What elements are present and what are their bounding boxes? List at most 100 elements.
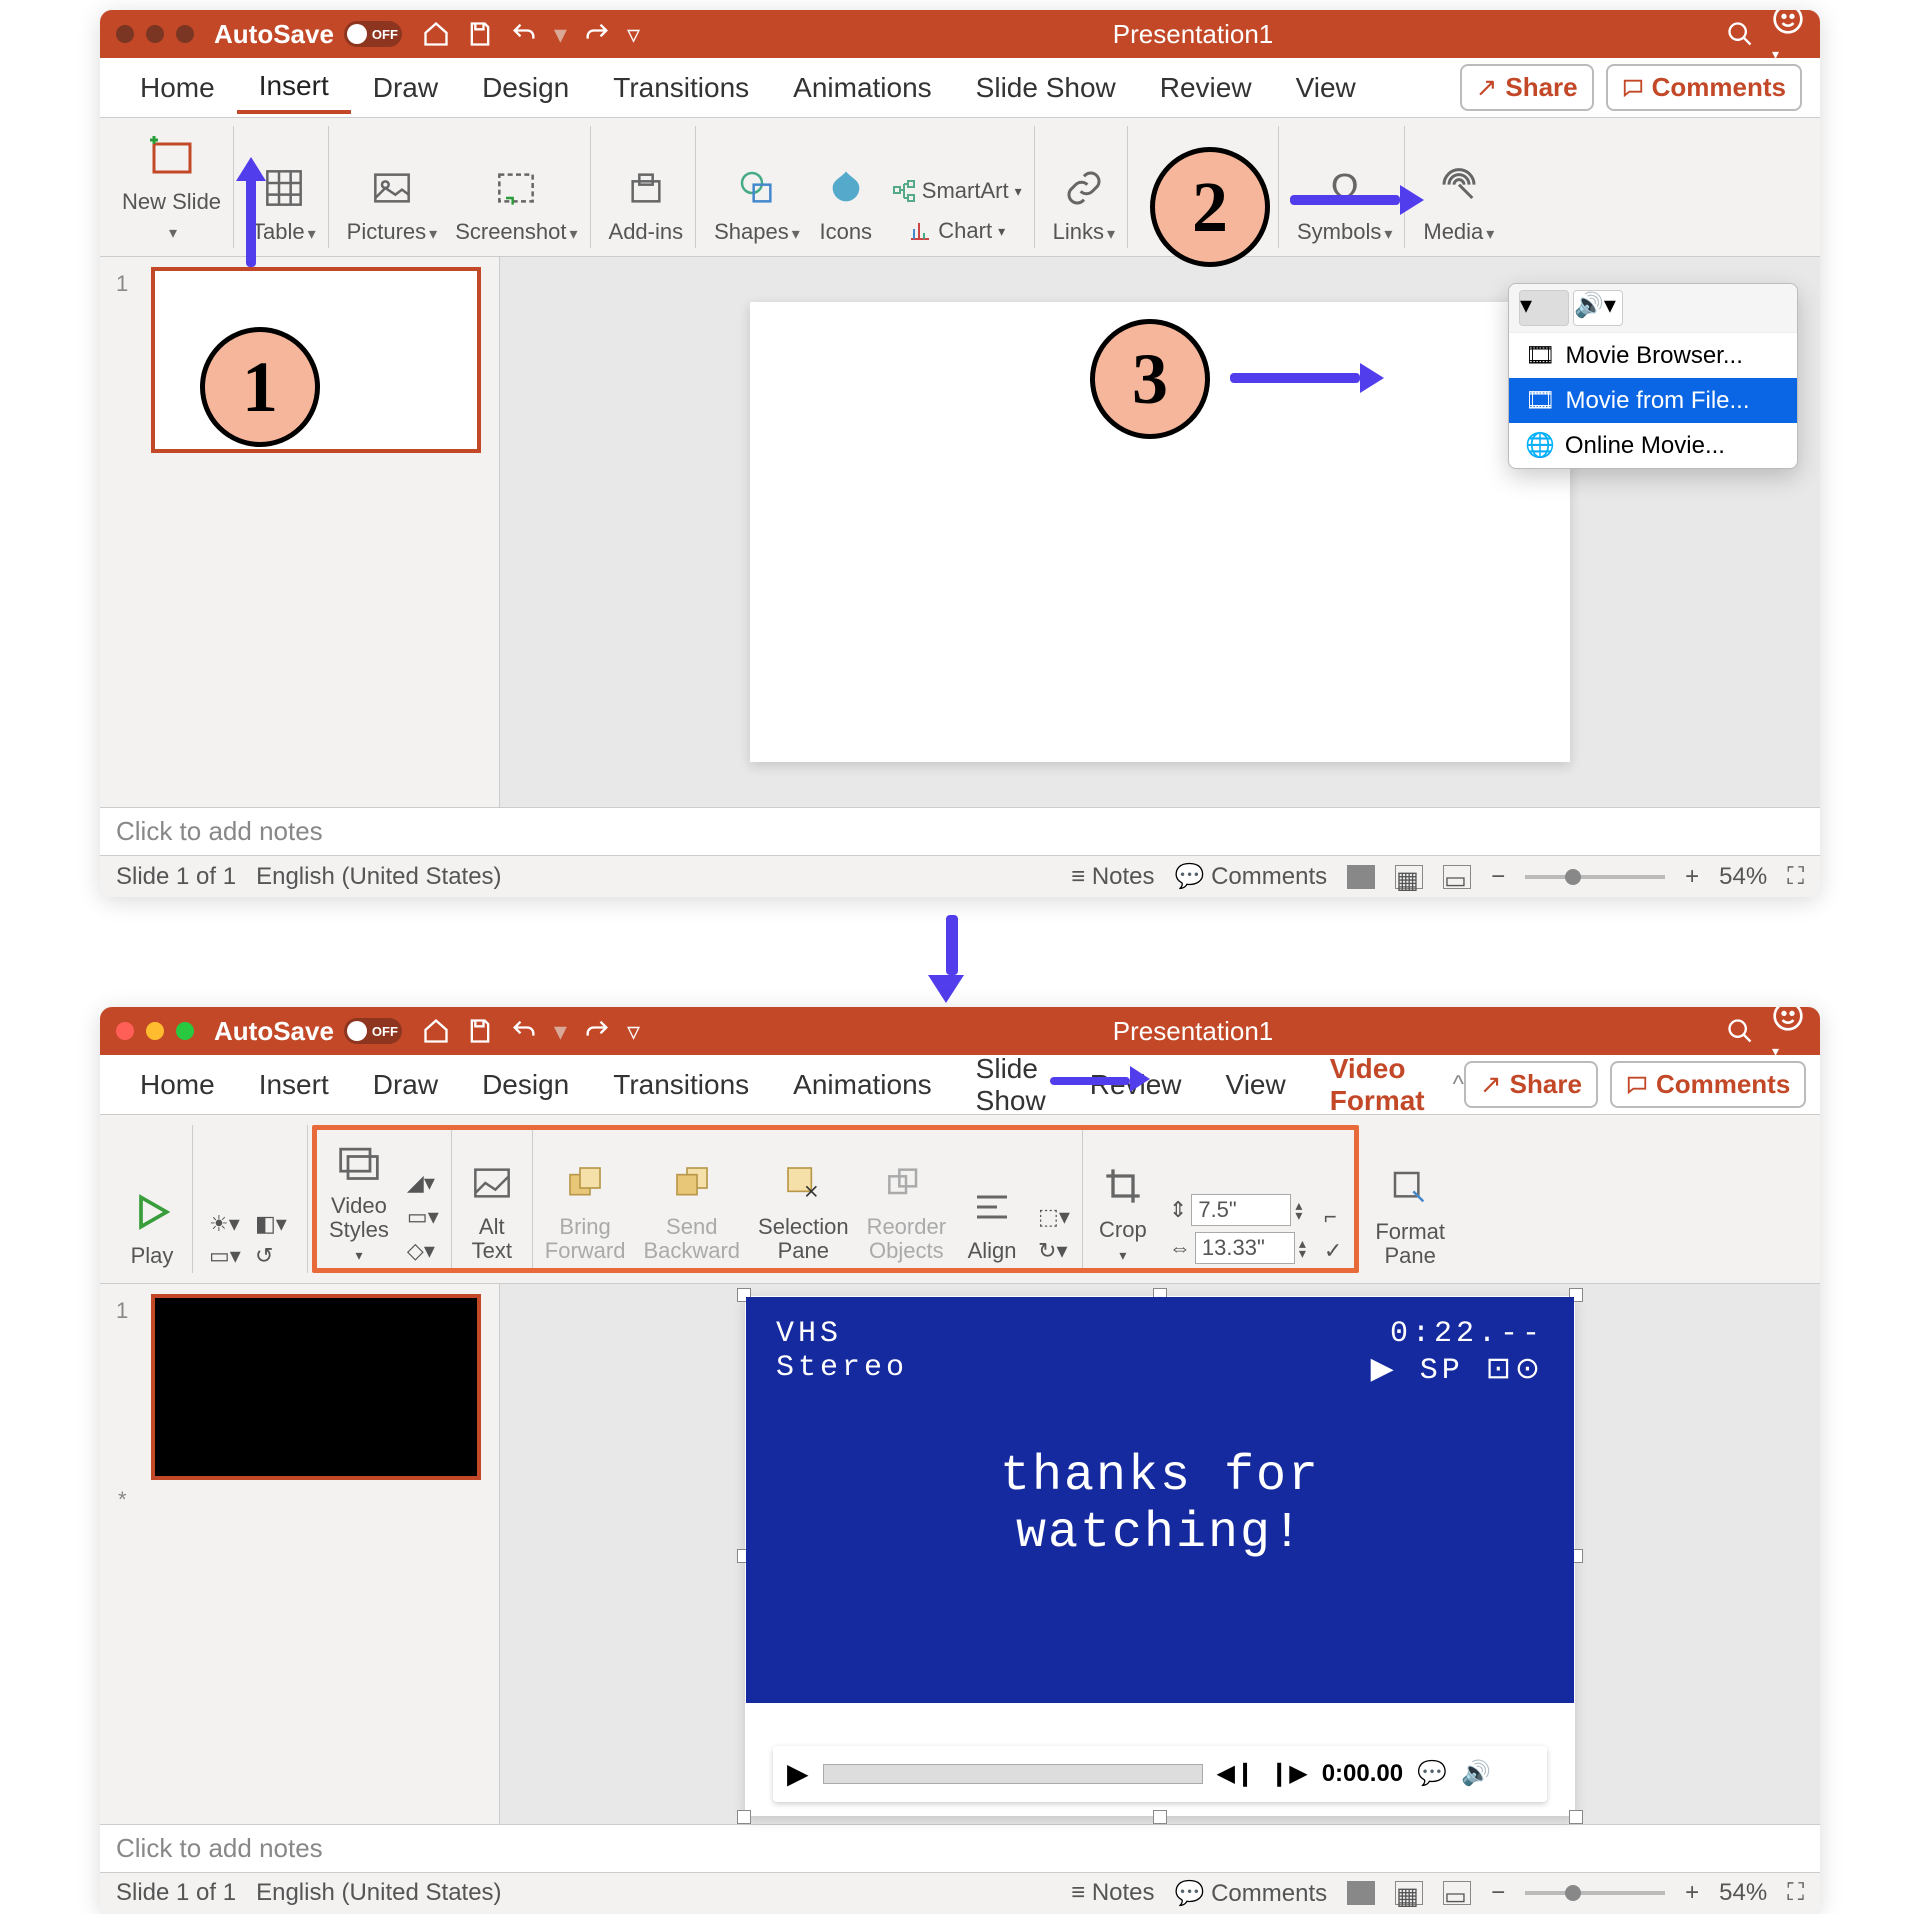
- poster-frame-icon[interactable]: ▭▾: [209, 1243, 249, 1269]
- video-effects-icon[interactable]: ◇▾: [407, 1238, 439, 1264]
- traffic-lights[interactable]: [116, 1022, 194, 1040]
- comments-toggle[interactable]: 💬 Comments: [1175, 1879, 1328, 1908]
- zoom-in[interactable]: +: [1685, 1879, 1699, 1907]
- zoom-out[interactable]: −: [1491, 863, 1505, 891]
- bring-forward-button[interactable]: BringForward: [545, 1155, 626, 1263]
- height-stepper[interactable]: ▴▾: [1295, 1200, 1302, 1220]
- tab-slideshow[interactable]: Slide Show: [954, 64, 1138, 112]
- fit-to-window-icon[interactable]: ⛶: [1787, 863, 1804, 891]
- reorder-objects-button[interactable]: ReorderObjects: [867, 1155, 946, 1263]
- save-icon[interactable]: [466, 1017, 494, 1045]
- notes-toggle[interactable]: ≡ Notes: [1071, 863, 1154, 891]
- normal-view-icon[interactable]: [1347, 1881, 1375, 1905]
- alt-text-button[interactable]: AltText: [464, 1155, 520, 1263]
- screenshot-button[interactable]: Screenshot: [455, 160, 577, 244]
- language-status[interactable]: English (United States): [256, 863, 501, 891]
- home-icon[interactable]: [422, 1017, 450, 1045]
- menu-movie-browser[interactable]: 🎞Movie Browser...: [1509, 333, 1797, 378]
- slide-thumbnail-1[interactable]: [151, 1294, 481, 1480]
- zoom-in[interactable]: +: [1685, 863, 1699, 891]
- movie-type-icon[interactable]: ▾: [1519, 290, 1569, 326]
- redo-icon[interactable]: [583, 1017, 611, 1045]
- notes-pane[interactable]: Click to add notes: [100, 807, 1820, 855]
- rotate-icon[interactable]: ↻▾: [1038, 1238, 1070, 1264]
- zoom-slider[interactable]: [1525, 875, 1665, 879]
- comments-button[interactable]: Comments: [1610, 1061, 1806, 1108]
- video-border-icon[interactable]: ▭▾: [407, 1204, 439, 1230]
- addins-button[interactable]: Add-ins: [609, 160, 684, 244]
- sorter-view-icon[interactable]: ▦: [1395, 1881, 1423, 1905]
- undo-icon[interactable]: [510, 20, 538, 48]
- links-button[interactable]: Links: [1053, 160, 1115, 244]
- traffic-lights[interactable]: [116, 25, 194, 43]
- audio-type-icon[interactable]: 🔊▾: [1573, 290, 1623, 326]
- crop-button[interactable]: Crop▾: [1095, 1158, 1151, 1263]
- tab-design[interactable]: Design: [460, 1061, 591, 1109]
- icons-button[interactable]: Icons: [818, 160, 874, 244]
- zoom-percent[interactable]: 54%: [1719, 863, 1767, 891]
- captions-icon[interactable]: 💬: [1417, 1759, 1447, 1788]
- play-icon[interactable]: ▶: [787, 1757, 809, 1790]
- height-input[interactable]: 7.5": [1191, 1194, 1291, 1226]
- tab-animations[interactable]: Animations: [771, 64, 954, 112]
- menu-online-movie[interactable]: 🌐Online Movie...: [1509, 423, 1797, 468]
- tab-design[interactable]: Design: [460, 64, 591, 112]
- tab-draw[interactable]: Draw: [351, 1061, 460, 1109]
- tab-draw[interactable]: Draw: [351, 64, 460, 112]
- reading-view-icon[interactable]: ▭: [1443, 1881, 1471, 1905]
- home-icon[interactable]: [422, 20, 450, 48]
- tab-video-format[interactable]: Video Format: [1308, 1045, 1447, 1125]
- share-button[interactable]: ↗Share: [1464, 1061, 1598, 1108]
- video-object[interactable]: VHS Stereo 0:22.-- ▶ SP ⊡⊙ thanks for wa…: [746, 1297, 1574, 1703]
- autosave-toggle[interactable]: OFF: [344, 21, 402, 47]
- reading-view-icon[interactable]: ▭: [1443, 865, 1471, 889]
- width-input[interactable]: 13.33": [1195, 1232, 1295, 1264]
- tab-animations[interactable]: Animations: [771, 1061, 954, 1109]
- search-icon[interactable]: [1726, 1017, 1754, 1045]
- media-button[interactable]: Media: [1423, 160, 1494, 244]
- save-icon[interactable]: [466, 20, 494, 48]
- slide-thumbnail-1[interactable]: [151, 267, 481, 453]
- tab-home[interactable]: Home: [118, 1061, 237, 1109]
- video-shape-icon[interactable]: ◢▾: [407, 1170, 439, 1196]
- chart-button[interactable]: Chart ▾: [908, 218, 1005, 244]
- account-icon[interactable]: ▾: [1772, 10, 1804, 66]
- group-icon[interactable]: ⬚▾: [1038, 1204, 1070, 1230]
- video-progress-bar[interactable]: [823, 1764, 1203, 1784]
- shapes-button[interactable]: Shapes: [714, 160, 800, 244]
- notes-pane[interactable]: Click to add notes: [100, 1824, 1820, 1872]
- video-styles-button[interactable]: VideoStyles ▾: [329, 1134, 389, 1263]
- fit-to-window-icon[interactable]: ⛶: [1787, 1879, 1804, 1907]
- tab-transitions[interactable]: Transitions: [591, 1061, 771, 1109]
- selection-pane-button[interactable]: SelectionPane: [758, 1155, 849, 1263]
- zoom-percent[interactable]: 54%: [1719, 1879, 1767, 1907]
- normal-view-icon[interactable]: [1347, 865, 1375, 889]
- undo-icon[interactable]: [510, 1017, 538, 1045]
- reset-design-icon[interactable]: ↺: [255, 1243, 295, 1269]
- send-backward-button[interactable]: SendBackward: [643, 1155, 740, 1263]
- tab-home[interactable]: Home: [118, 64, 237, 112]
- reset-size-icon[interactable]: ✓: [1324, 1238, 1342, 1264]
- play-button[interactable]: Play: [124, 1184, 180, 1268]
- width-stepper[interactable]: ▴▾: [1299, 1238, 1306, 1258]
- notes-toggle[interactable]: ≡ Notes: [1071, 1879, 1154, 1907]
- autosave-toggle[interactable]: OFF: [344, 1018, 402, 1044]
- redo-icon[interactable]: [583, 20, 611, 48]
- tab-insert[interactable]: Insert: [237, 1061, 351, 1109]
- collapse-ribbon-icon[interactable]: ^: [1453, 1071, 1464, 1099]
- step-fwd-icon[interactable]: ❙▶: [1269, 1759, 1308, 1788]
- volume-icon[interactable]: 🔊: [1461, 1759, 1491, 1788]
- share-button[interactable]: ↗Share: [1460, 64, 1594, 111]
- align-button[interactable]: Align: [964, 1179, 1020, 1263]
- comments-toggle[interactable]: 💬 Comments: [1175, 862, 1328, 891]
- menu-movie-from-file[interactable]: 🎞Movie from File...: [1509, 378, 1797, 423]
- smartart-button[interactable]: SmartArt ▾: [892, 178, 1022, 204]
- tab-transitions[interactable]: Transitions: [591, 64, 771, 112]
- tab-view[interactable]: View: [1274, 64, 1378, 112]
- tab-insert[interactable]: Insert: [237, 62, 351, 114]
- comments-button[interactable]: Comments: [1606, 64, 1802, 111]
- language-status[interactable]: English (United States): [256, 1879, 501, 1907]
- tab-view[interactable]: View: [1204, 1061, 1308, 1109]
- tab-review[interactable]: Review: [1138, 64, 1274, 112]
- new-slide-button[interactable]: New Slide: [122, 130, 221, 244]
